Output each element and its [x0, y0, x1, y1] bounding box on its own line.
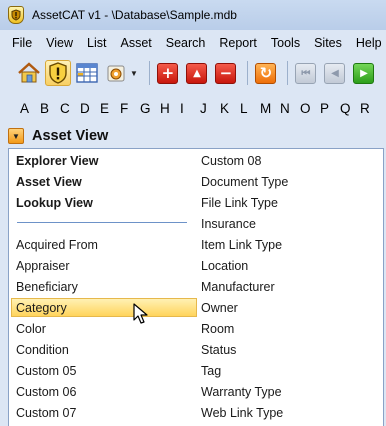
list-item-room[interactable]: Room: [199, 319, 383, 338]
letter-l[interactable]: L: [240, 101, 260, 116]
toolbar: ▼ + ▲ − ↻ ⏮ ◀ ▶: [0, 56, 386, 90]
toolbar-separator: [286, 61, 288, 85]
previous-record-icon: ◀: [324, 62, 346, 84]
remove-button[interactable]: −: [213, 60, 239, 86]
letter-o[interactable]: O: [300, 101, 320, 116]
menu-tools[interactable]: Tools: [271, 36, 300, 50]
grid-icon: [76, 63, 98, 83]
options-button[interactable]: [103, 60, 129, 86]
letter-n[interactable]: N: [280, 101, 300, 116]
list-item-location[interactable]: Location: [199, 256, 383, 275]
letter-f[interactable]: F: [120, 101, 140, 116]
list-item-beneficiary[interactable]: Beneficiary: [11, 277, 197, 296]
dropdown-separator: [17, 222, 187, 223]
home-button[interactable]: [16, 60, 42, 86]
letter-d[interactable]: D: [80, 101, 100, 116]
letter-i[interactable]: I: [180, 101, 200, 116]
menu-sites[interactable]: Sites: [314, 36, 342, 50]
first-record-button[interactable]: ⏮: [293, 60, 319, 86]
move-up-icon: ▲: [186, 62, 208, 84]
title-bar[interactable]: AssetCAT v1 - \Database\Sample.mdb: [0, 0, 386, 30]
shield-icon: [49, 62, 67, 84]
list-item-tag[interactable]: Tag: [199, 361, 383, 380]
letter-q[interactable]: Q: [340, 101, 360, 116]
letter-g[interactable]: G: [140, 101, 160, 116]
letter-e[interactable]: E: [100, 101, 120, 116]
letter-h[interactable]: H: [160, 101, 180, 116]
list-item-category[interactable]: Category: [11, 298, 197, 317]
list-item-acquired-from[interactable]: Acquired From: [11, 235, 197, 254]
previous-record-button[interactable]: ◀: [322, 60, 348, 86]
letter-k[interactable]: K: [220, 101, 240, 116]
asset-view-button[interactable]: [45, 60, 71, 86]
refresh-button[interactable]: ↻: [253, 60, 279, 86]
letter-m[interactable]: M: [260, 101, 280, 116]
list-item-web-link-type[interactable]: Web Link Type: [199, 403, 383, 422]
menu-report[interactable]: Report: [219, 36, 257, 50]
list-item-manufacturer[interactable]: Manufacturer: [199, 277, 383, 296]
list-item-document-type[interactable]: Document Type: [199, 172, 383, 191]
list-item-custom-05[interactable]: Custom 05: [11, 361, 197, 380]
menu-asset[interactable]: Asset: [120, 36, 151, 50]
menu-bar: File View List Asset Search Report Tools…: [0, 32, 386, 54]
gear-icon: [107, 65, 125, 82]
letter-r[interactable]: R: [360, 101, 380, 116]
menu-help[interactable]: Help: [356, 36, 382, 50]
letter-p[interactable]: P: [320, 101, 340, 116]
list-item-warranty-type[interactable]: Warranty Type: [199, 382, 383, 401]
add-button[interactable]: +: [155, 60, 181, 86]
view-option-explorer[interactable]: Explorer View: [11, 151, 197, 170]
list-item-appraiser[interactable]: Appraiser: [11, 256, 197, 275]
letter-b[interactable]: B: [40, 101, 60, 116]
list-item-file-link-type[interactable]: File Link Type: [199, 193, 383, 212]
add-icon: +: [157, 62, 179, 84]
view-option-asset[interactable]: Asset View: [11, 172, 197, 191]
options-dropdown-icon[interactable]: ▼: [130, 69, 138, 78]
app-shield-icon: [8, 6, 24, 24]
remove-icon: −: [215, 62, 237, 84]
menu-search[interactable]: Search: [166, 36, 206, 50]
list-item-insurance[interactable]: Insurance: [199, 214, 383, 233]
window-title: AssetCAT v1 - \Database\Sample.mdb: [32, 8, 237, 22]
next-record-icon: ▶: [353, 62, 375, 84]
first-record-icon: ⏮: [295, 62, 317, 84]
list-view-button[interactable]: [74, 60, 100, 86]
view-dropdown-panel: Explorer View Asset View Lookup View Acq…: [8, 148, 384, 426]
list-item-item-link-type[interactable]: Item Link Type: [199, 235, 383, 254]
alphabet-bar: A B C D E F G H I J K L M N O P Q R: [0, 96, 386, 120]
chevron-down-icon[interactable]: ▼: [8, 128, 24, 144]
toolbar-separator: [246, 61, 248, 85]
next-record-button[interactable]: ▶: [351, 60, 377, 86]
view-selector-title[interactable]: Asset View: [32, 128, 108, 144]
view-selector-header[interactable]: ▼ Asset View: [8, 126, 386, 146]
letter-c[interactable]: C: [60, 101, 80, 116]
list-item-custom-08[interactable]: Custom 08: [199, 151, 383, 170]
list-item-custom-07[interactable]: Custom 07: [11, 403, 197, 422]
list-item-owner[interactable]: Owner: [199, 298, 383, 317]
list-item-custom-06[interactable]: Custom 06: [11, 382, 197, 401]
refresh-icon: ↻: [255, 62, 277, 84]
view-option-lookup[interactable]: Lookup View: [11, 193, 197, 212]
home-icon: [18, 62, 40, 83]
letter-j[interactable]: J: [200, 101, 220, 116]
move-up-button[interactable]: ▲: [184, 60, 210, 86]
list-item-condition[interactable]: Condition: [11, 340, 197, 359]
menu-file[interactable]: File: [12, 36, 32, 50]
letter-a[interactable]: A: [20, 101, 40, 116]
list-item-status[interactable]: Status: [199, 340, 383, 359]
mouse-pointer-icon: [133, 303, 148, 324]
toolbar-separator: [148, 61, 150, 85]
menu-list[interactable]: List: [87, 36, 106, 50]
menu-view[interactable]: View: [46, 36, 73, 50]
list-item-color[interactable]: Color: [11, 319, 197, 338]
